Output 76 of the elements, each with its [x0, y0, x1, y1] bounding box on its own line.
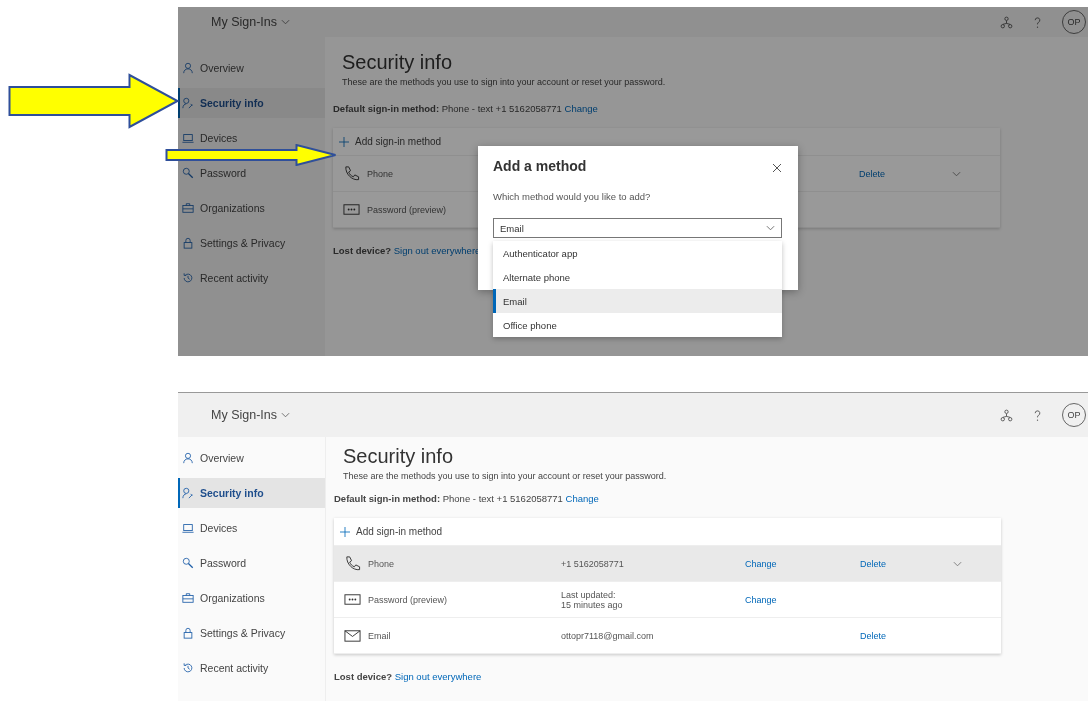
method-name: Phone: [368, 558, 396, 569]
history-icon: [182, 272, 194, 284]
person-key-icon: [182, 97, 194, 109]
close-icon[interactable]: [772, 163, 782, 173]
app-switcher[interactable]: My Sign-Ins: [211, 15, 290, 29]
method-dropdown[interactable]: Email: [493, 218, 782, 238]
page-description: These are the methods you use to sign into your account or reset your password.: [342, 77, 667, 87]
method-name: Password (preview): [368, 594, 449, 605]
lock-icon: [182, 627, 194, 639]
change-link[interactable]: Change: [745, 594, 777, 605]
sidebar-item[interactable]: Settings & Privacy: [178, 236, 286, 250]
sidebar-item[interactable]: Password: [178, 166, 247, 180]
method-detail: 15 minutes ago: [561, 599, 623, 610]
phone-icon: [343, 165, 360, 182]
method-name: Password (preview): [367, 204, 448, 215]
plus-icon: [339, 136, 349, 147]
dropdown-option[interactable]: Alternate phone: [493, 265, 782, 289]
page-description: These are the methods you use to sign into your account or reset your password.: [343, 471, 668, 481]
password-dots-icon: [344, 591, 361, 608]
page-title: Security info: [342, 51, 454, 74]
sign-out-link[interactable]: Sign out everywhere: [394, 671, 482, 682]
dropdown-option[interactable]: Authenticator app: [493, 241, 782, 265]
page-title: Security info: [343, 445, 455, 468]
dialog-prompt: Which method would you like to add?: [493, 191, 651, 202]
default-method-text: Default sign-in method: Phone - text +1 5162058771 Change: [333, 103, 599, 114]
method-detail: ottopr7118@gmail.com: [561, 630, 654, 641]
sidebar-item[interactable]: Password: [178, 556, 247, 570]
chevron-down-icon: [281, 19, 290, 25]
person-icon: [182, 62, 194, 74]
laptop-icon: [182, 132, 194, 144]
person-icon: [182, 452, 194, 464]
lost-device-text: Lost device? Sign out everywhere: [334, 671, 482, 682]
sign-out-link[interactable]: Sign out everywhere: [393, 245, 481, 256]
method-name: Email: [368, 630, 392, 641]
sidebar-item[interactable]: Security info: [178, 88, 325, 118]
default-method-text: Default sign-in method: Phone - text +1 5162058771 Change: [334, 493, 600, 504]
dialog-title: Add a method: [493, 158, 587, 174]
envelope-icon: [344, 627, 361, 644]
briefcase-icon: [182, 592, 194, 604]
plus-icon: [340, 526, 350, 537]
chevron-down-icon: [766, 225, 775, 231]
sidebar-item[interactable]: Overview: [178, 451, 244, 465]
organization-icon[interactable]: [1000, 15, 1013, 29]
history-icon: [182, 662, 194, 674]
sidebar-item[interactable]: Settings & Privacy: [178, 626, 286, 640]
lock-icon: [182, 237, 194, 249]
method-detail: Last updated:: [561, 589, 616, 600]
sidebar-item[interactable]: Recent activity: [178, 271, 269, 285]
sidebar-item[interactable]: Devices: [178, 521, 238, 535]
delete-link[interactable]: Delete: [860, 558, 886, 569]
method-name: Phone: [367, 168, 395, 179]
password-dots-icon: [343, 201, 360, 218]
delete-link[interactable]: Delete: [859, 168, 885, 179]
sidebar-item[interactable]: Recent activity: [178, 661, 269, 675]
phone-icon: [344, 555, 361, 572]
app-switcher[interactable]: My Sign-Ins: [211, 408, 290, 422]
chevron-down-icon[interactable]: [952, 170, 961, 177]
delete-link[interactable]: Delete: [860, 630, 886, 641]
laptop-icon: [182, 522, 194, 534]
chevron-down-icon: [281, 412, 290, 418]
dropdown-option[interactable]: Email: [493, 289, 782, 313]
sidebar-item[interactable]: Overview: [178, 61, 244, 75]
change-link[interactable]: Change: [564, 103, 598, 114]
change-link[interactable]: Change: [565, 493, 599, 504]
organization-icon[interactable]: [1000, 408, 1013, 422]
person-key-icon: [182, 487, 194, 499]
briefcase-icon: [182, 202, 194, 214]
sidebar-item[interactable]: Devices: [178, 131, 238, 145]
sidebar-item[interactable]: Organizations: [178, 591, 265, 605]
method-detail: +1 5162058771: [561, 558, 624, 569]
sidebar-item[interactable]: Security info: [178, 478, 325, 508]
dropdown-option[interactable]: Office phone: [493, 313, 782, 337]
lost-device-text: Lost device? Sign out everywhere: [333, 245, 481, 256]
change-link[interactable]: Change: [745, 558, 777, 569]
sidebar-item[interactable]: Organizations: [178, 201, 265, 215]
chevron-down-icon[interactable]: [953, 560, 962, 567]
